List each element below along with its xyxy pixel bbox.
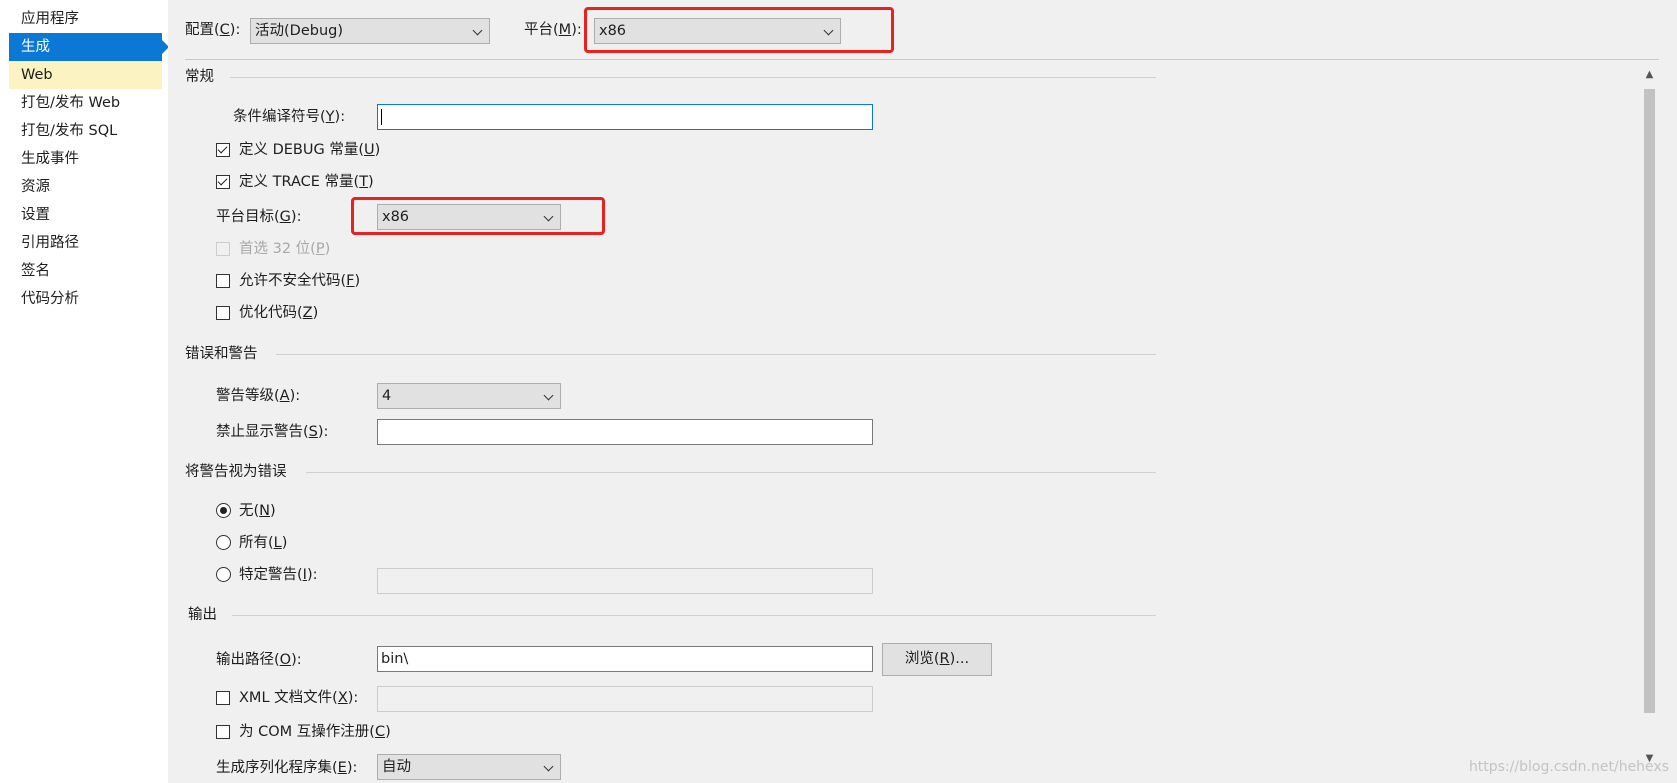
- sidebar-item-application[interactable]: 应用程序: [9, 5, 162, 33]
- treat-all-label: 所有(L): [239, 535, 288, 551]
- sidebar-item-settings[interactable]: 设置: [9, 201, 162, 229]
- treat-specific-radio[interactable]: [216, 567, 231, 582]
- conditional-symbols-input[interactable]: [377, 104, 873, 130]
- warning-level-label: 警告等级(A):: [216, 388, 301, 404]
- browse-button[interactable]: 浏览(R)...: [882, 643, 992, 676]
- section-title-treat-warnings-as-errors: 将警告视为错误: [185, 464, 287, 480]
- section-title-general: 常规: [185, 69, 214, 85]
- sidebar: 应用程序 生成 Web 打包/发布 Web 打包/发布 SQL 生成事件 资源 …: [0, 0, 169, 783]
- section-divider: [230, 77, 1156, 78]
- text-caret: [381, 109, 382, 125]
- sidebar-item-signing[interactable]: 签名: [9, 257, 162, 285]
- treat-none-label: 无(N): [239, 503, 276, 519]
- sidebar-item-code-analysis[interactable]: 代码分析: [9, 285, 162, 313]
- config-label: 配置(C):: [185, 22, 241, 38]
- xml-doc-checkbox[interactable]: [216, 691, 230, 705]
- conditional-symbols-label: 条件编译符号(Y):: [233, 109, 346, 125]
- vertical-scrollbar[interactable]: ▲ ▼: [1641, 62, 1658, 770]
- com-interop-label: 为 COM 互操作注册(C): [239, 724, 391, 740]
- sidebar-item-reference-paths[interactable]: 引用路径: [9, 229, 162, 257]
- treat-specific-label: 特定警告(I):: [239, 567, 318, 583]
- build-properties-panel: 配置(C): 活动(Debug) 平台(M): x86 常规 条件编译符号(Y)…: [168, 0, 1677, 783]
- treat-all-radio[interactable]: [216, 535, 231, 550]
- warning-level-dropdown[interactable]: 4: [377, 383, 561, 409]
- section-divider: [306, 472, 1156, 473]
- define-trace-checkbox[interactable]: [216, 175, 230, 189]
- header-divider: [185, 59, 1659, 60]
- platform-target-label: 平台目标(G):: [216, 209, 302, 225]
- section-title-errors-warnings: 错误和警告: [185, 346, 258, 362]
- define-debug-checkbox[interactable]: [216, 143, 230, 157]
- section-title-output: 输出: [188, 607, 217, 623]
- allow-unsafe-label: 允许不安全代码(F): [239, 273, 361, 289]
- prefer-32bit-checkbox[interactable]: [216, 242, 230, 256]
- radio-dot: [220, 507, 227, 514]
- config-value: 活动(Debug): [255, 23, 343, 39]
- chevron-down-icon: [543, 390, 554, 401]
- specific-warnings-input[interactable]: [377, 568, 873, 594]
- sidebar-item-package-web[interactable]: 打包/发布 Web: [9, 89, 162, 117]
- config-dropdown[interactable]: 活动(Debug): [250, 18, 490, 44]
- sidebar-item-package-sql[interactable]: 打包/发布 SQL: [9, 117, 162, 145]
- output-path-label: 输出路径(O):: [216, 652, 302, 668]
- serialization-assembly-label: 生成序列化程序集(E):: [216, 760, 358, 776]
- sidebar-item-web[interactable]: Web: [9, 61, 162, 89]
- sidebar-item-resources[interactable]: 资源: [9, 173, 162, 201]
- scrollbar-thumb[interactable]: [1644, 89, 1655, 713]
- xml-doc-path-input[interactable]: [377, 686, 873, 712]
- suppress-warnings-input[interactable]: [377, 419, 873, 445]
- scroll-up-icon[interactable]: ▲: [1641, 66, 1658, 84]
- section-divider: [276, 354, 1156, 355]
- output-path-input[interactable]: bin\: [377, 646, 873, 672]
- suppress-warnings-label: 禁止显示警告(S):: [216, 424, 329, 440]
- output-path-value: bin\: [381, 651, 409, 667]
- com-interop-checkbox[interactable]: [216, 725, 230, 739]
- chevron-down-icon: [472, 25, 483, 36]
- define-debug-label: 定义 DEBUG 常量(U): [239, 142, 381, 158]
- sidebar-item-build[interactable]: 生成: [9, 33, 169, 61]
- platform-label: 平台(M):: [524, 22, 582, 38]
- define-trace-label: 定义 TRACE 常量(T): [239, 174, 374, 190]
- allow-unsafe-checkbox[interactable]: [216, 274, 230, 288]
- serialization-assembly-value: 自动: [382, 759, 411, 775]
- watermark-text: https://blog.csdn.net/hehexs: [1468, 759, 1669, 775]
- xml-doc-label: XML 文档文件(X):: [239, 690, 359, 706]
- checkmark-icon: [217, 143, 228, 154]
- serialization-assembly-dropdown[interactable]: 自动: [377, 754, 561, 780]
- treat-none-radio[interactable]: [216, 503, 231, 518]
- platform-target-highlight-box: [351, 197, 605, 235]
- platform-highlight-box: [584, 7, 894, 53]
- optimize-code-checkbox[interactable]: [216, 306, 230, 320]
- optimize-code-label: 优化代码(Z): [239, 305, 319, 321]
- checkmark-icon: [217, 175, 228, 186]
- section-divider: [232, 615, 1156, 616]
- sidebar-item-build-events[interactable]: 生成事件: [9, 145, 162, 173]
- prefer-32bit-label: 首选 32 位(P): [239, 241, 331, 257]
- warning-level-value: 4: [382, 388, 392, 404]
- chevron-down-icon: [543, 761, 554, 772]
